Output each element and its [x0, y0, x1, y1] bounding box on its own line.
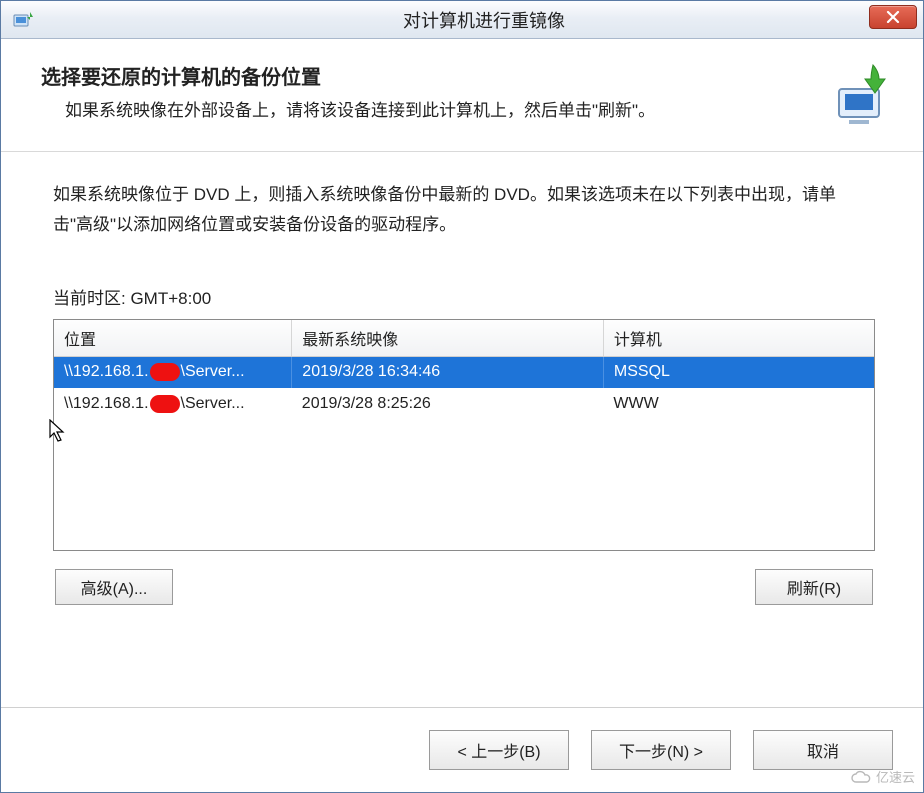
- cell-latest: 2019/3/28 8:25:26: [292, 388, 604, 420]
- table-header-row: 位置 最新系统映像 计算机: [54, 320, 874, 357]
- header-area: 选择要还原的计算机的备份位置 如果系统映像在外部设备上，请将该设备连接到此计算机…: [1, 39, 923, 152]
- table-row[interactable]: \\192.168.1.\Server... 2019/3/28 16:34:4…: [54, 356, 874, 388]
- cell-computer: MSSQL: [603, 356, 874, 388]
- cell-location: \\192.168.1.\Server...: [54, 356, 292, 388]
- col-computer[interactable]: 计算机: [603, 320, 874, 357]
- instruction-text: 如果系统映像位于 DVD 上，则插入系统映像备份中最新的 DVD。如果该选项未在…: [53, 180, 875, 240]
- timezone-prefix: 当前时区:: [53, 289, 130, 308]
- redaction-icon: [150, 363, 180, 381]
- cloud-icon: [850, 770, 872, 784]
- footer-buttons: < 上一步(B) 下一步(N) > 取消: [1, 707, 923, 792]
- watermark: 亿速云: [850, 767, 915, 786]
- close-button[interactable]: [869, 5, 917, 29]
- col-location[interactable]: 位置: [54, 320, 292, 357]
- reimage-icon: [823, 61, 893, 131]
- header-text: 选择要还原的计算机的备份位置 如果系统映像在外部设备上，请将该设备连接到此计算机…: [41, 61, 805, 124]
- body-area: 如果系统映像位于 DVD 上，则插入系统映像备份中最新的 DVD。如果该选项未在…: [1, 152, 923, 623]
- page-heading: 选择要还原的计算机的备份位置: [41, 61, 805, 90]
- refresh-button[interactable]: 刷新(R): [755, 569, 873, 605]
- redaction-icon: [150, 395, 180, 413]
- close-icon: [886, 11, 900, 23]
- cell-latest: 2019/3/28 16:34:46: [292, 356, 604, 388]
- col-latest[interactable]: 最新系统映像: [292, 320, 604, 357]
- titlebar: 对计算机进行重镜像: [1, 1, 923, 39]
- cancel-button[interactable]: 取消: [753, 730, 893, 770]
- backup-table[interactable]: 位置 最新系统映像 计算机 \\192.168.1.\Server... 201…: [53, 319, 875, 551]
- timezone-value: GMT+8:00: [130, 289, 211, 308]
- window-icon: [1, 9, 45, 31]
- back-button[interactable]: < 上一步(B): [429, 730, 569, 770]
- table-row[interactable]: \\192.168.1.\Server... 2019/3/28 8:25:26…: [54, 388, 874, 420]
- next-button[interactable]: 下一步(N) >: [591, 730, 731, 770]
- table-buttons-row: 高级(A)... 刷新(R): [53, 569, 875, 605]
- advanced-button[interactable]: 高级(A)...: [55, 569, 173, 605]
- dialog-window: 对计算机进行重镜像 选择要还原的计算机的备份位置 如果系统映像在外部设备上，请将…: [0, 0, 924, 793]
- page-subtext: 如果系统映像在外部设备上，请将该设备连接到此计算机上，然后单击"刷新"。: [41, 98, 805, 124]
- timezone-label: 当前时区: GMT+8:00: [53, 284, 875, 309]
- cell-location: \\192.168.1.\Server...: [54, 388, 292, 420]
- window-title: 对计算机进行重镜像: [45, 7, 923, 33]
- cell-computer: WWW: [603, 388, 874, 420]
